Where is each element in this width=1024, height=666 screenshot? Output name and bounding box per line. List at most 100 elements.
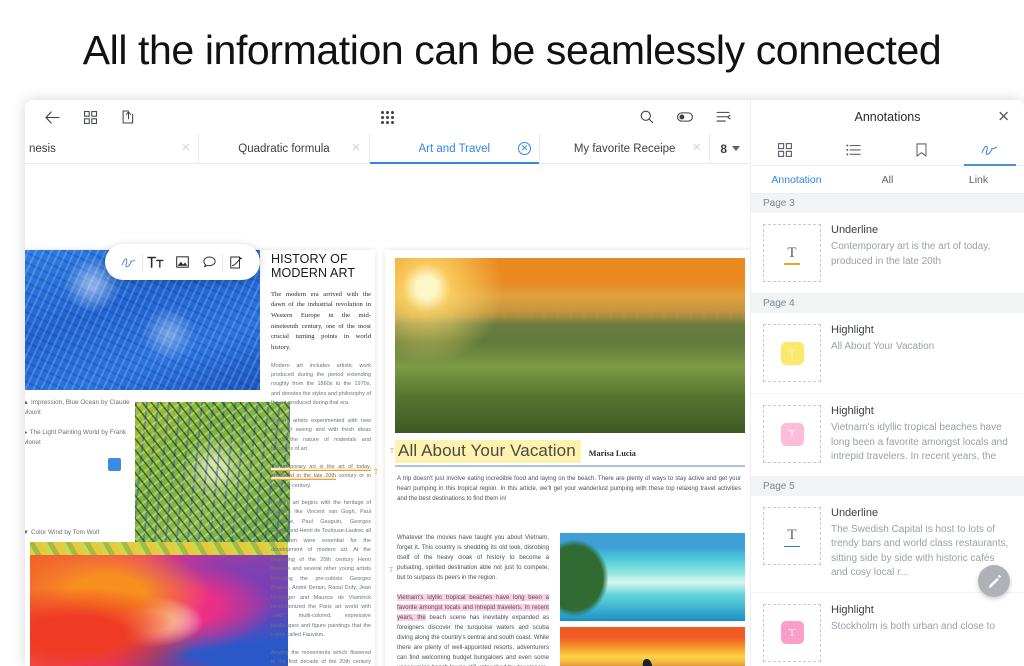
document-canvas: ▲Impression, Blue Ocean by Claude Mount …	[25, 164, 750, 666]
tab-my-favorite-receipe[interactable]: My favorite Receipe ✕	[540, 134, 710, 163]
annotation-item[interactable]: T Highlight Stockholm is both urban and …	[751, 593, 1024, 666]
vacation-author: Marisa Lucia	[589, 449, 636, 458]
annotation-kind: Highlight	[831, 405, 1012, 417]
list-menu-icon[interactable]	[710, 105, 736, 129]
figure-surfer-sunset	[560, 627, 745, 666]
page-group-header: Page 4	[751, 294, 1024, 313]
tab-genesis[interactable]: nesis ✕	[25, 134, 199, 163]
triangle-right-icon: ▶	[25, 429, 28, 438]
figure-caption-3: ▼Color Wind by Tom Wolf	[25, 528, 135, 538]
annotation-kind: Underline	[831, 224, 1012, 236]
figure-tropical-lagoon	[560, 533, 745, 621]
annotation-text: All About Your Vacation	[831, 340, 1012, 355]
highlight-t-icon: T	[781, 621, 804, 644]
bookmark-tab[interactable]	[888, 134, 956, 165]
figure-color-wind	[30, 555, 288, 666]
subtab-annotation[interactable]: Annotation	[751, 174, 842, 186]
annotation-thumbnail: T	[763, 604, 821, 662]
vacation-para-2-rest: beach scene has inevitably expanded as f…	[397, 614, 549, 666]
caption-text: Impression, Blue Ocean by Claude Mount	[25, 399, 130, 416]
vacation-lead: A trip doesn't just involve eating incre…	[397, 474, 741, 504]
annotation-tab[interactable]	[956, 134, 1024, 165]
annotation-thumbnail: T	[763, 224, 821, 282]
highlight-t-icon: T	[781, 423, 804, 446]
annotations-subtabs: Annotation All Link	[751, 166, 1024, 194]
caption-text: Color Wind by Tom Wolf	[31, 529, 99, 536]
app-window: nesis ✕ Quadratic formula ✕ Art and Trav…	[25, 100, 1024, 666]
tab-close-icon[interactable]: ✕	[351, 143, 360, 154]
figure-light-painting-world	[135, 402, 290, 542]
tab-close-icon[interactable]: ✕	[518, 142, 531, 155]
figure-caption-2: ▶The Light Painting World by Frank Monet	[25, 428, 135, 447]
triangle-down-icon: ▼	[25, 529, 29, 538]
tab-count-dropdown[interactable]: 8	[710, 134, 750, 163]
tab-art-and-travel[interactable]: Art and Travel ✕	[370, 134, 540, 163]
highlight-annotation-badge-body[interactable]: T	[386, 565, 396, 575]
article-title-line1: HISTORY OF	[271, 252, 371, 266]
annotation-thumbnail: T	[763, 405, 821, 463]
annotation-tools-toolbar	[105, 244, 260, 280]
annotation-item[interactable]: T Highlight All About Your Vacation	[751, 313, 1024, 394]
document-page-left[interactable]: ▲Impression, Blue Ocean by Claude Mount …	[25, 250, 375, 666]
tab-close-icon[interactable]: ✕	[692, 143, 701, 154]
text-tool-icon[interactable]	[143, 250, 170, 274]
article-para-4: Among the movements which flowered in th…	[271, 649, 371, 666]
search-icon[interactable]	[634, 105, 660, 129]
screenshot-root: All the information can be seamlessly co…	[0, 0, 1024, 666]
edit-pencil-fab[interactable]	[978, 565, 1010, 597]
annotations-list[interactable]: Page 3 T Underline Contemporary art is t…	[751, 194, 1024, 666]
vacation-para-2: Vietnam's idyllic tropical beaches have …	[397, 593, 549, 666]
share-export-icon[interactable]	[115, 105, 141, 129]
image-tool-icon[interactable]	[169, 250, 196, 274]
article-para-3: Modern art begins with the heritage of p…	[271, 499, 371, 641]
vacation-title[interactable]: All About Your Vacation	[395, 440, 581, 463]
outline-tab[interactable]	[819, 134, 887, 165]
chevron-down-icon	[732, 146, 740, 151]
grid-squares-icon[interactable]	[77, 105, 103, 129]
highlight-t-icon: T	[781, 342, 804, 365]
vacation-text-column: Whatever the movies have taught you abou…	[397, 533, 549, 666]
close-x-icon[interactable]: ✕	[997, 110, 1010, 125]
subtab-link[interactable]: Link	[933, 174, 1024, 186]
thumbnails-tab[interactable]	[751, 134, 819, 165]
back-arrow-icon[interactable]	[39, 105, 65, 129]
article-annotated-para: Contemporary art is the art of today, pr…	[271, 463, 371, 491]
tab-label: Art and Travel	[419, 143, 491, 155]
ink-squiggle-icon[interactable]	[115, 250, 142, 274]
annotation-item[interactable]: T Underline Contemporary art is the art …	[751, 213, 1024, 294]
underline-t-icon: T	[787, 246, 796, 261]
document-toolbar	[25, 100, 750, 134]
subtab-all[interactable]: All	[842, 174, 933, 186]
annotation-kind: Highlight	[831, 324, 1012, 336]
tab-quadratic-formula[interactable]: Quadratic formula ✕	[199, 134, 369, 163]
comment-tool-icon[interactable]	[196, 250, 223, 274]
signature-tool-icon[interactable]	[223, 250, 250, 274]
annotation-text: Stockholm is both urban and close to	[831, 620, 1012, 635]
header-rule	[395, 465, 745, 467]
annotation-item[interactable]: T Highlight Vietnam's idyllic tropical b…	[751, 394, 1024, 477]
apps-dots-icon[interactable]	[375, 105, 401, 129]
annotation-thumbnail: T	[763, 507, 821, 565]
tab-bar: nesis ✕ Quadratic formula ✕ Art and Trav…	[25, 134, 750, 164]
caption-text: The Light Painting World by Frank Monet	[25, 429, 126, 446]
selection-handle-chip[interactable]	[108, 458, 121, 471]
page-headline: All the information can be seamlessly co…	[0, 0, 1024, 100]
annotations-tabbar	[751, 134, 1024, 166]
page-group-header: Page 3	[751, 194, 1024, 213]
annotation-text: Contemporary art is the art of today, pr…	[831, 240, 1012, 269]
article-lead: The modern era arrived with the dawn of …	[271, 290, 371, 354]
page-group-header: Page 5	[751, 477, 1024, 496]
tab-count-value: 8	[720, 142, 727, 156]
article-title-line2: MODERN ART	[271, 266, 371, 280]
article-para-2: Modern artists experimented with new way…	[271, 417, 371, 455]
tab-close-icon[interactable]: ✕	[181, 143, 190, 154]
toggle-pill-icon[interactable]	[672, 105, 698, 129]
annotations-title: Annotations	[854, 110, 920, 124]
surfer-silhouette	[642, 658, 654, 666]
annotation-kind: Highlight	[831, 604, 1012, 616]
figure-strip	[30, 542, 288, 555]
document-page-right[interactable]: T All About Your Vacation Marisa Lucia A…	[385, 250, 750, 666]
underline-t-icon: T	[787, 528, 796, 543]
tab-label: nesis	[29, 143, 56, 155]
underline-annotation-badge[interactable]: T	[371, 467, 381, 477]
